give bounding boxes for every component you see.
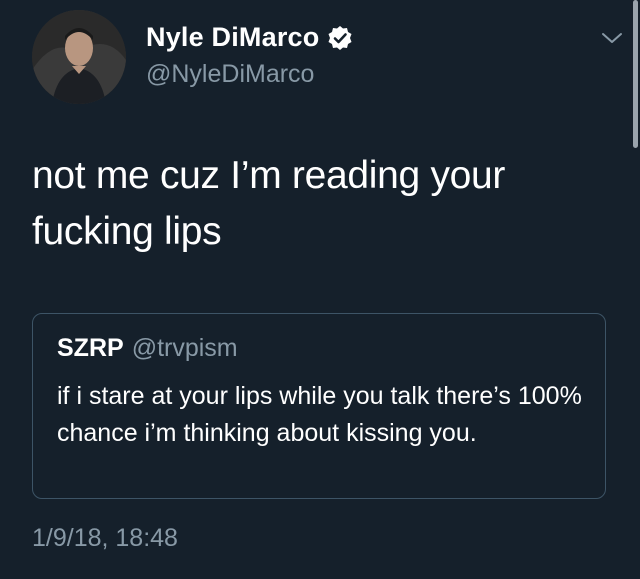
author-handle[interactable]: @NyleDiMarco (146, 60, 314, 89)
author-name-row[interactable]: Nyle DiMarco (146, 22, 353, 53)
tweet-header: Nyle DiMarco @NyleDiMarco (32, 10, 632, 106)
quoted-tweet-header: SZRP @trvpism (57, 334, 238, 363)
quoted-author-name: SZRP (57, 334, 124, 362)
scrollbar[interactable] (633, 0, 638, 148)
verified-badge-icon (327, 25, 353, 51)
quoted-author-handle: @trvpism (131, 334, 238, 362)
quoted-tweet[interactable]: SZRP @trvpism if i stare at your lips whi… (32, 313, 606, 499)
avatar-photo (32, 10, 126, 104)
tweet-text: not me cuz I’m reading your fucking lips (32, 154, 506, 253)
tweet-timestamp[interactable]: 1/9/18, 18:48 (32, 524, 178, 553)
author-display-name[interactable]: Nyle DiMarco (146, 22, 319, 53)
quoted-tweet-text: if i stare at your lips while you talk t… (57, 382, 582, 447)
avatar[interactable] (32, 10, 126, 104)
chevron-down-icon[interactable] (600, 26, 624, 50)
